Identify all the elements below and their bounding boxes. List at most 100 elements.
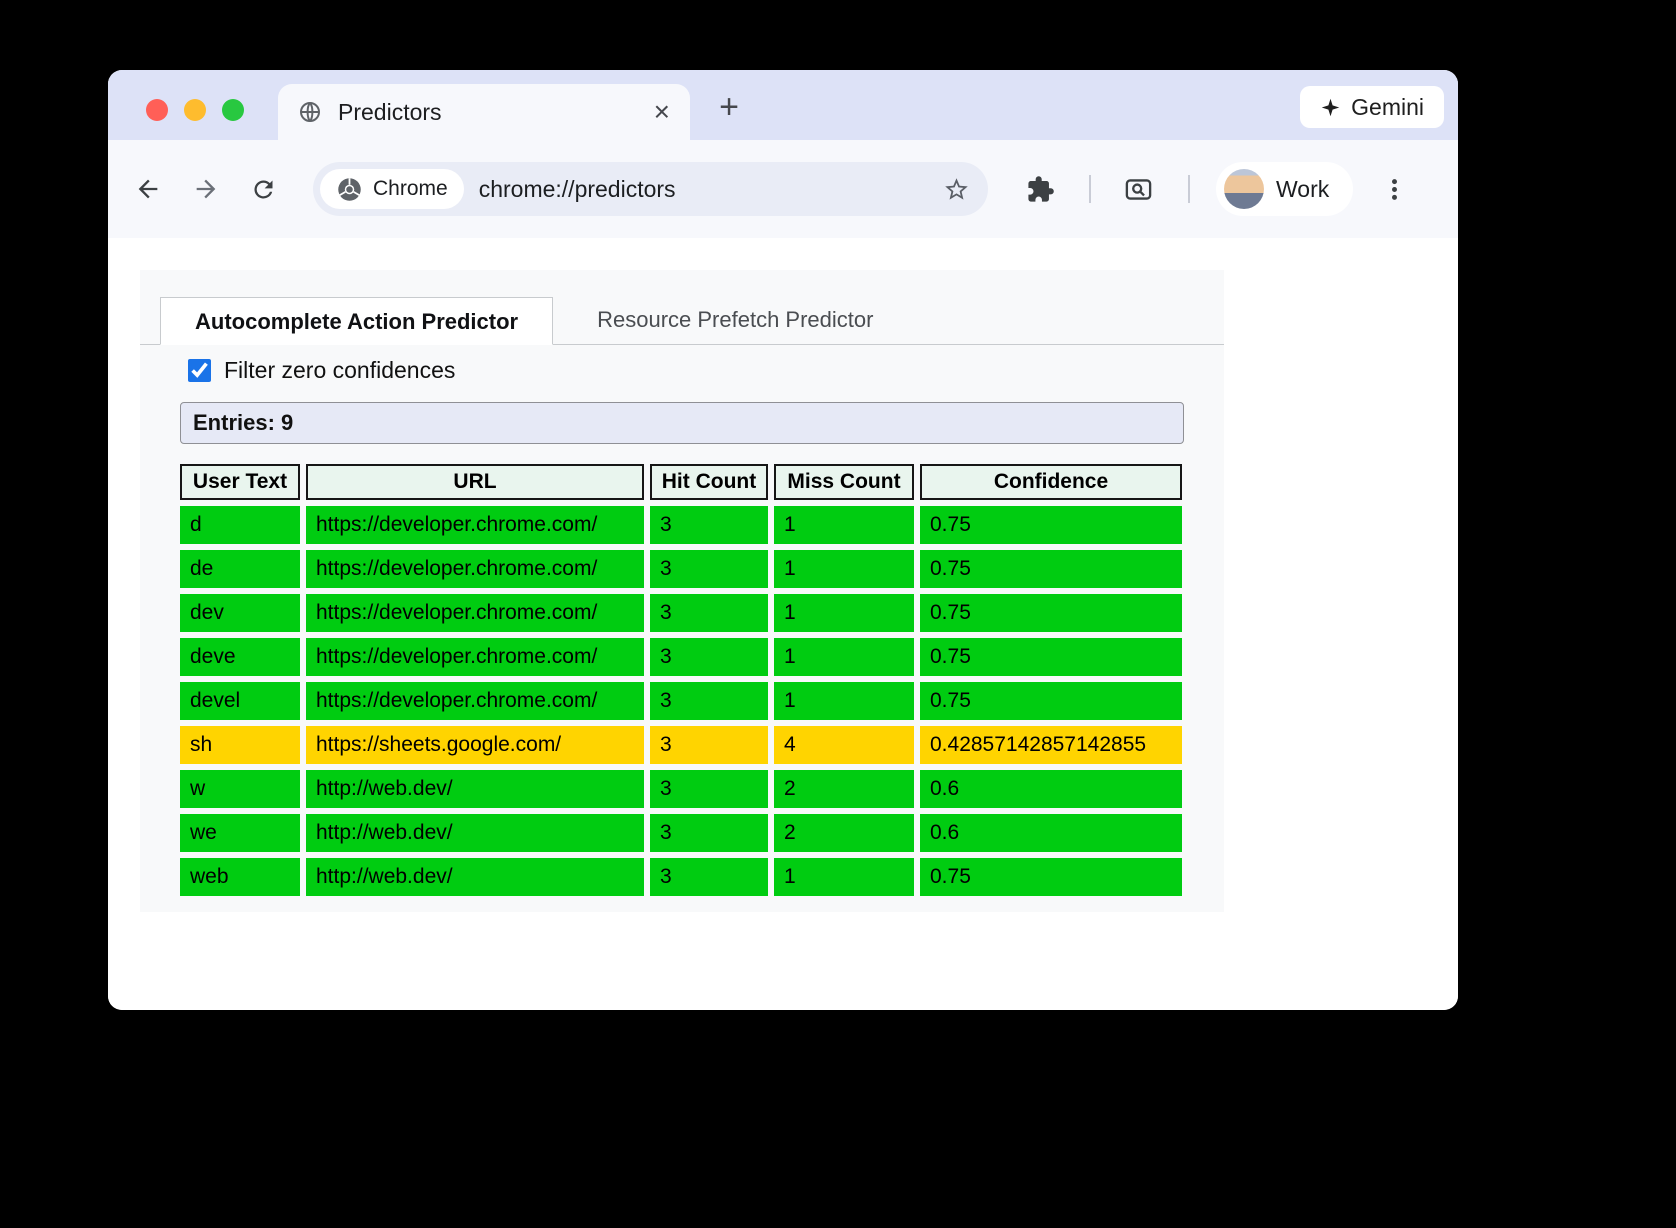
tab-resource-prefetch-predictor[interactable]: Resource Prefetch Predictor (553, 296, 917, 344)
cell-user-text: w (180, 770, 300, 808)
cell-confidence: 0.42857142857142855 (920, 726, 1182, 764)
gemini-button[interactable]: Gemini (1300, 86, 1444, 128)
cell-miss-count: 2 (774, 814, 914, 852)
tab-autocomplete-action-predictor[interactable]: Autocomplete Action Predictor (160, 297, 553, 345)
toolbar-divider (1188, 175, 1190, 203)
cell-miss-count: 2 (774, 770, 914, 808)
table-row: whttp://web.dev/320.6 (180, 770, 1182, 808)
cell-confidence: 0.6 (920, 770, 1182, 808)
table-row: shhttps://sheets.google.com/340.42857142… (180, 726, 1182, 764)
cell-hit-count: 3 (650, 726, 768, 764)
cell-user-text: sh (180, 726, 300, 764)
forward-button[interactable] (192, 175, 220, 203)
address-bar[interactable]: Chrome chrome://predictors (313, 162, 988, 216)
cell-url: http://web.dev/ (306, 770, 644, 808)
cell-miss-count: 1 (774, 594, 914, 632)
cell-user-text: devel (180, 682, 300, 720)
chrome-logo-icon (336, 176, 363, 203)
cell-url: http://web.dev/ (306, 858, 644, 896)
cell-url: http://web.dev/ (306, 814, 644, 852)
more-menu-icon[interactable] (1381, 176, 1408, 203)
minimize-window-button[interactable] (184, 99, 206, 121)
chrome-badge-label: Chrome (373, 177, 448, 201)
cell-user-text: deve (180, 638, 300, 676)
header-miss-count: Miss Count (774, 464, 914, 500)
table-row: wehttp://web.dev/320.6 (180, 814, 1182, 852)
filter-label: Filter zero confidences (224, 357, 455, 384)
reload-button[interactable] (250, 176, 277, 203)
cell-confidence: 0.75 (920, 550, 1182, 588)
cell-miss-count: 1 (774, 858, 914, 896)
cell-hit-count: 3 (650, 638, 768, 676)
table-header-row: User Text URL Hit Count Miss Count Confi… (180, 464, 1182, 500)
window-controls (146, 99, 244, 121)
cell-hit-count: 3 (650, 858, 768, 896)
bookmark-star-icon[interactable] (943, 176, 970, 203)
search-tabs-icon[interactable] (1123, 174, 1154, 205)
cell-url: https://developer.chrome.com/ (306, 682, 644, 720)
url-text[interactable]: chrome://predictors (479, 176, 676, 203)
cell-user-text: we (180, 814, 300, 852)
tab-strip: Predictors × + Gemini (108, 70, 1458, 140)
cell-confidence: 0.75 (920, 682, 1182, 720)
globe-icon (298, 100, 322, 124)
predictor-tabs: Autocomplete Action Predictor Resource P… (140, 296, 1224, 345)
avatar (1224, 169, 1264, 209)
cell-confidence: 0.75 (920, 506, 1182, 544)
extensions-puzzle-icon[interactable] (1026, 175, 1055, 204)
desktop-background: Predictors × + Gemini (0, 0, 1676, 1228)
table-row: dhttps://developer.chrome.com/310.75 (180, 506, 1182, 544)
header-hit-count: Hit Count (650, 464, 768, 500)
page-content: Autocomplete Action Predictor Resource P… (108, 238, 1458, 1010)
cell-user-text: de (180, 550, 300, 588)
zoom-window-button[interactable] (222, 99, 244, 121)
cell-hit-count: 3 (650, 682, 768, 720)
filter-row: Filter zero confidences (188, 357, 1224, 384)
cell-miss-count: 1 (774, 550, 914, 588)
cell-hit-count: 3 (650, 550, 768, 588)
cell-confidence: 0.75 (920, 594, 1182, 632)
cell-hit-count: 3 (650, 506, 768, 544)
header-url: URL (306, 464, 644, 500)
cell-user-text: web (180, 858, 300, 896)
cell-confidence: 0.6 (920, 814, 1182, 852)
cell-miss-count: 4 (774, 726, 914, 764)
browser-tab[interactable]: Predictors × (278, 84, 690, 140)
header-user-text: User Text (180, 464, 300, 500)
browser-window: Predictors × + Gemini (108, 70, 1458, 1010)
cell-hit-count: 3 (650, 594, 768, 632)
table-row: develhttps://developer.chrome.com/310.75 (180, 682, 1182, 720)
cell-confidence: 0.75 (920, 638, 1182, 676)
cell-hit-count: 3 (650, 770, 768, 808)
cell-miss-count: 1 (774, 682, 914, 720)
table-row: devehttps://developer.chrome.com/310.75 (180, 638, 1182, 676)
entries-count: Entries: 9 (180, 402, 1184, 444)
tab-title: Predictors (338, 99, 442, 126)
gemini-label: Gemini (1351, 94, 1424, 121)
table-row: devhttps://developer.chrome.com/310.75 (180, 594, 1182, 632)
cell-user-text: d (180, 506, 300, 544)
back-button[interactable] (134, 175, 162, 203)
tab-close-icon[interactable]: × (654, 98, 670, 126)
cell-hit-count: 3 (650, 814, 768, 852)
cell-confidence: 0.75 (920, 858, 1182, 896)
cell-user-text: dev (180, 594, 300, 632)
toolbar-divider (1089, 175, 1091, 203)
chrome-badge: Chrome (320, 169, 464, 209)
cell-miss-count: 1 (774, 506, 914, 544)
profile-chip[interactable]: Work (1216, 162, 1353, 216)
gemini-sparkle-icon (1320, 97, 1341, 118)
cell-url: https://sheets.google.com/ (306, 726, 644, 764)
new-tab-button[interactable]: + (708, 86, 750, 128)
close-window-button[interactable] (146, 99, 168, 121)
cell-url: https://developer.chrome.com/ (306, 550, 644, 588)
header-confidence: Confidence (920, 464, 1182, 500)
cell-miss-count: 1 (774, 638, 914, 676)
cell-url: https://developer.chrome.com/ (306, 638, 644, 676)
profile-label: Work (1276, 176, 1329, 203)
predictors-table: User Text URL Hit Count Miss Count Confi… (174, 458, 1188, 902)
cell-url: https://developer.chrome.com/ (306, 506, 644, 544)
filter-zero-confidences-checkbox[interactable] (188, 359, 211, 382)
cell-url: https://developer.chrome.com/ (306, 594, 644, 632)
browser-toolbar: Chrome chrome://predictors (108, 140, 1458, 238)
